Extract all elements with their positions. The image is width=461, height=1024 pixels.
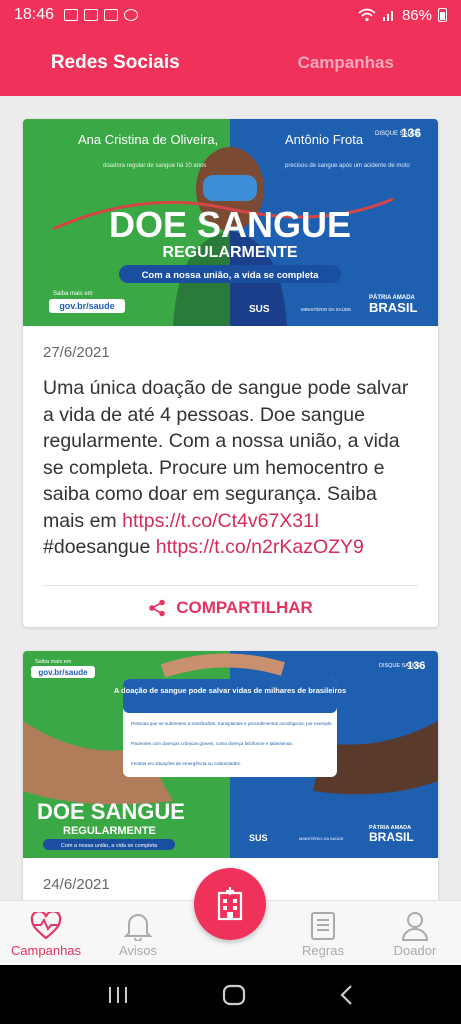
banner-subheadline: REGULARMENTE — [63, 825, 156, 837]
campaign-banner: Saiba mais em gov.br/saude DISQUE SAÚDE … — [23, 651, 438, 858]
campaign-banner: Ana Cristina de Oliveira, doadora regula… — [23, 119, 438, 326]
tab-redes-sociais[interactable]: Redes Sociais — [0, 30, 231, 96]
news-icon — [104, 9, 119, 21]
person-icon — [401, 912, 429, 941]
banner-disque-number: 136 — [407, 660, 425, 672]
nav-label-campanhas: Campanhas — [10, 943, 82, 958]
share-button[interactable]: COMPARTILHAR — [23, 586, 438, 628]
banner-gov: gov.br/saude — [59, 301, 114, 311]
nav-item-doador[interactable]: Doador — [369, 901, 461, 965]
banner-gov: gov.br/saude — [38, 668, 88, 677]
app-header: Redes Sociais Campanhas — [0, 30, 461, 96]
post-banner-image[interactable]: Ana Cristina de Oliveira, doadora regula… — [23, 119, 438, 326]
banner-brasil: BRASIL — [369, 300, 417, 315]
social-feed[interactable]: Ana Cristina de Oliveira, doadora regula… — [0, 96, 461, 900]
banner-bullet-3: Feridos em situações de emergência ou ca… — [131, 761, 241, 766]
tab-campanhas[interactable]: Campanhas — [231, 30, 461, 96]
nav-item-avisos[interactable]: Avisos — [92, 901, 184, 965]
banner-headline: DOE SANGUE — [37, 799, 185, 824]
nav-item-regras[interactable]: Regras — [277, 901, 369, 965]
banner-sus: SUS — [249, 304, 270, 315]
banner-brasil: BRASIL — [369, 830, 414, 844]
banner-ministerio: MINISTÉRIO DA SAÚDE — [299, 836, 344, 841]
banner-right-caption: precisou de sangue após um acidente de m… — [285, 163, 410, 169]
status-bar: 18:46 86% — [0, 0, 461, 30]
post-text: Uma única doação de sangue pode salvar a… — [23, 361, 438, 561]
post-link-2[interactable]: https://t.co/n2rKazOZY9 — [156, 536, 364, 558]
post-body: Uma única doação de sangue pode salvar a… — [43, 377, 409, 532]
notification-icons — [64, 9, 139, 21]
system-navigation-bar — [0, 965, 461, 1024]
post-link[interactable]: https://t.co/Ct4v67X31I — [122, 510, 319, 532]
bell-icon — [124, 914, 152, 941]
banner-disque-number: 136 — [401, 126, 421, 140]
banner-sus: SUS — [249, 833, 268, 843]
signal-icon — [382, 11, 393, 21]
back-icon[interactable] — [339, 984, 355, 1006]
nav-label-regras: Regras — [302, 943, 344, 958]
banner-slogan: Com a nossa união, a vida se completa — [142, 270, 320, 281]
banner-left-name: Ana Cristina de Oliveira, — [78, 132, 218, 147]
wifi-icon — [358, 8, 376, 22]
post-date: 27/6/2021 — [43, 344, 110, 361]
post-card: Saiba mais em gov.br/saude DISQUE SAÚDE … — [23, 651, 438, 900]
share-icon — [149, 599, 165, 616]
banner-gov-small: Saiba mais em — [35, 659, 72, 665]
recent-apps-icon[interactable] — [107, 985, 129, 1005]
banner-gov-small: Saiba mais em — [53, 291, 93, 297]
gallery-icon — [64, 9, 79, 21]
post-banner-image[interactable]: Saiba mais em gov.br/saude DISQUE SAÚDE … — [23, 651, 438, 858]
hospital-icon — [217, 887, 243, 921]
banner-right-name: Antônio Frota — [285, 132, 364, 147]
banner-slogan: Com a nossa união, a vida se completa — [61, 843, 158, 849]
banner-left-caption: doadora regular de sangue há 10 anos — [103, 163, 206, 169]
hospital-fab-button[interactable] — [194, 868, 266, 940]
mail-icon — [84, 9, 99, 21]
banner-ministerio: MINISTÉRIO DA SAÚDE — [301, 306, 351, 312]
nav-label-avisos: Avisos — [118, 943, 158, 958]
home-icon[interactable] — [222, 984, 246, 1006]
battery-icon — [438, 8, 447, 22]
document-icon — [311, 912, 335, 940]
status-time: 18:46 — [14, 6, 55, 23]
nav-label-doador: Doador — [393, 943, 437, 958]
nav-item-campanhas[interactable]: Campanhas — [0, 901, 92, 965]
media-icon — [124, 9, 139, 21]
banner-box-title: A doação de sangue pode salvar vidas de … — [114, 686, 346, 695]
banner-bullet-2: Pacientes com doenças crônicas graves, c… — [131, 741, 293, 746]
banner-subheadline: REGULARMENTE — [162, 244, 297, 261]
banner-bullet-1: Pessoas que se submetem a transfusões, t… — [131, 721, 333, 726]
post-hashtag[interactable]: #doesangue — [43, 536, 156, 558]
post-card: Ana Cristina de Oliveira, doadora regula… — [23, 119, 438, 627]
share-label: COMPARTILHAR — [176, 597, 313, 617]
battery-percent: 86% — [401, 6, 432, 24]
heart-pulse-icon — [30, 912, 62, 940]
banner-headline: DOE SANGUE — [109, 204, 351, 245]
